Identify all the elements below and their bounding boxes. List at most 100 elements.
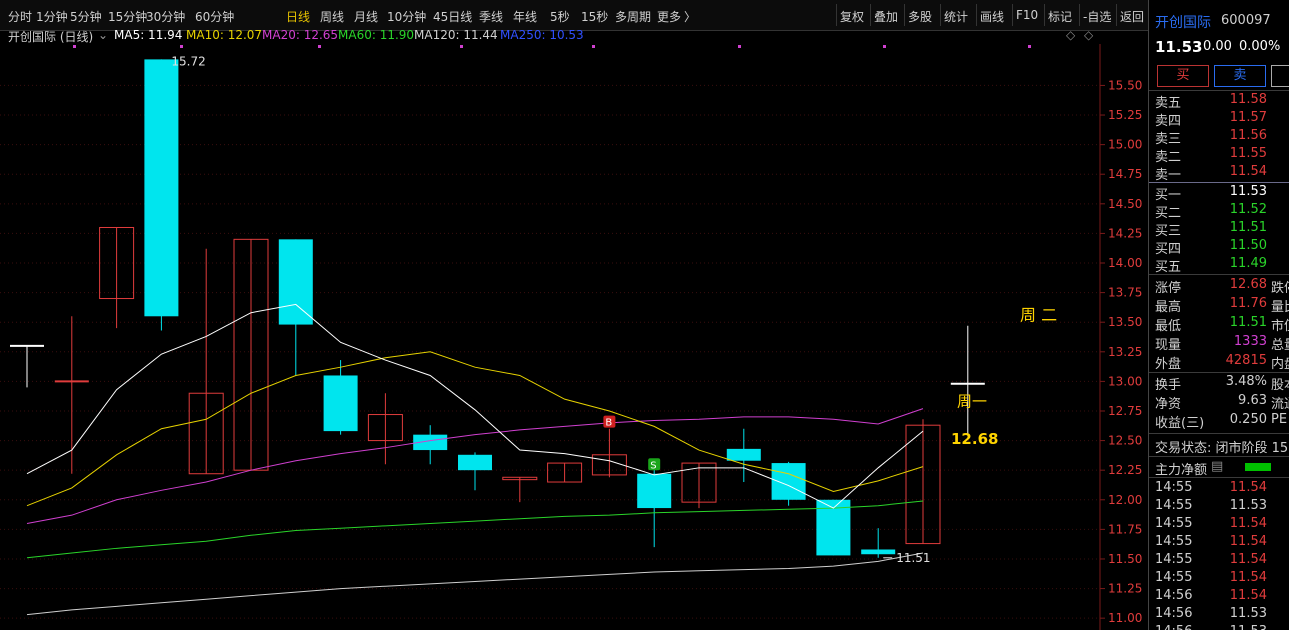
period-tab[interactable]: 5秒 (550, 8, 570, 25)
stock-period-label: 开创国际 (日线) (8, 30, 94, 44)
collapse-icon[interactable]: ◇ (1084, 28, 1093, 42)
period-tab[interactable]: 月线 (354, 8, 378, 25)
period-tab[interactable]: 年线 (513, 8, 537, 25)
period-tab[interactable]: 45日线 (433, 8, 472, 25)
y-tick-label: 13.00 (1108, 374, 1142, 388)
chevron-down-icon[interactable]: ⌄ (98, 28, 108, 42)
stat2-row-extra: 流通 (1271, 397, 1289, 412)
y-tick-label: 11.25 (1108, 582, 1142, 596)
tool-button[interactable]: 返回 (1120, 8, 1144, 25)
y-tick-label: 13.75 (1108, 286, 1142, 300)
tool-separator (904, 4, 905, 26)
y-tick-label: 13.25 (1108, 345, 1142, 359)
ask-row-value: 11.54 (1229, 164, 1267, 179)
period-tab[interactable]: 分时 (8, 8, 32, 25)
period-tab[interactable]: 更多 (657, 8, 681, 25)
period-tab[interactable]: 5分钟 (70, 8, 102, 25)
tool-separator (1079, 4, 1080, 26)
ma120-line (26, 552, 924, 616)
period-tab[interactable]: 季线 (479, 8, 503, 25)
ask-row-value: 11.55 (1229, 146, 1267, 161)
tool-button[interactable]: 多股 (908, 8, 932, 25)
bid-row-label: 买五 (1155, 260, 1182, 275)
y-tick-label: 12.50 (1108, 434, 1142, 448)
tool-button[interactable]: 统计 (944, 8, 968, 25)
period-tab[interactable]: 周线 (320, 8, 344, 25)
trade-status: 交易状态: 闭市阶段 15 (1155, 441, 1289, 456)
candle (323, 360, 358, 435)
diamond-icon[interactable]: ◇ (1066, 28, 1075, 42)
period-tab[interactable]: 15分钟 (108, 8, 147, 25)
tool-separator (1116, 4, 1117, 26)
tick-price: 11.54 (1229, 534, 1267, 549)
period-tab[interactable]: 10分钟 (387, 8, 426, 25)
tick-time: 14:55 (1155, 516, 1193, 531)
stat-row-extra: 总量 (1271, 338, 1289, 353)
buy-signal-text: B (605, 418, 612, 429)
y-tick-label: 11.75 (1108, 522, 1142, 536)
tool-button[interactable]: 叠加 (874, 8, 898, 25)
candle (950, 325, 985, 435)
buy-button[interactable]: 买 (1157, 65, 1209, 87)
tick-time: 14:55 (1155, 480, 1193, 495)
bid-row-label: 买三 (1155, 224, 1182, 239)
stat-row-value: 12.68 (1229, 277, 1267, 292)
top-marker (592, 45, 595, 48)
tool-separator (1012, 4, 1013, 26)
sell-signal-text: S (650, 460, 656, 471)
tick-time: 14:55 (1155, 552, 1193, 567)
stat2-row-label: 净资 (1155, 397, 1182, 412)
tool-button[interactable]: 画线 (980, 8, 1004, 25)
bid-row-value: 11.49 (1229, 256, 1267, 271)
period-tab[interactable]: 日线 (286, 8, 310, 25)
stat2-row-value: 0.250 (1229, 412, 1267, 427)
tick-time: 14:56 (1155, 588, 1193, 603)
list-icon[interactable]: ▤ (1211, 459, 1223, 474)
tick-price: 11.54 (1229, 480, 1267, 495)
y-tick-label: 12.75 (1108, 404, 1142, 418)
candle (413, 425, 448, 465)
ask-row-label: 卖四 (1155, 114, 1182, 129)
candle (726, 428, 761, 483)
stat-row-label: 涨停 (1155, 281, 1182, 296)
tick-price: 11.54 (1229, 552, 1267, 567)
period-tab[interactable]: 60分钟 (195, 8, 234, 25)
tool-button[interactable]: 复权 (840, 8, 864, 25)
candle-body-down (771, 463, 806, 500)
ma5-legend: MA5: 11.94 (114, 28, 183, 42)
stat-row-label: 现量 (1155, 338, 1182, 353)
more-arrow-icon[interactable]: 〉 (684, 8, 696, 25)
tool-separator (940, 4, 941, 26)
sell-button[interactable]: 卖 (1214, 65, 1266, 87)
price-change-pct: 0.00% (1239, 39, 1281, 54)
y-tick-label: 14.25 (1108, 226, 1142, 240)
bid-row-value: 11.51 (1229, 220, 1267, 235)
tool-button[interactable]: 标记 (1048, 8, 1072, 25)
more-button[interactable] (1271, 65, 1289, 87)
tool-separator (976, 4, 977, 26)
quote-panel: 开创国际 600097 11.53 0.00 0.00% 买 卖 卖五 11.58… (1148, 0, 1289, 630)
y-tick-label: 11.50 (1108, 552, 1142, 566)
period-tab[interactable]: 多周期 (615, 8, 651, 25)
tick-time: 14:56 (1155, 624, 1192, 630)
candle (99, 226, 135, 329)
bid-row-value: 11.50 (1229, 238, 1267, 253)
stat-row-label: 最高 (1155, 300, 1182, 315)
stat2-row-extra: 股本 (1271, 378, 1289, 393)
candle-body-down (278, 239, 313, 325)
week-two-label: 周 二 (1020, 305, 1057, 324)
candle-body-down (861, 549, 896, 555)
candle (637, 468, 672, 548)
tick-price: 11.54 (1229, 570, 1267, 585)
ask-row-value: 11.58 (1229, 92, 1267, 107)
period-tab[interactable]: 1分钟 (36, 8, 68, 25)
candle (861, 528, 896, 558)
kline-chart[interactable]: 15.50 15.25 15.00 14.75 14.50 14.25 14.00 13.75… (0, 44, 1148, 630)
candle (905, 419, 941, 545)
tool-button[interactable]: F10 (1016, 8, 1038, 22)
stat-row-label: 外盘 (1155, 357, 1182, 372)
y-tick-label: 14.00 (1108, 256, 1142, 270)
period-tab[interactable]: 30分钟 (146, 8, 185, 25)
period-tab[interactable]: 15秒 (581, 8, 608, 25)
tool-button[interactable]: -自选 (1083, 8, 1111, 25)
